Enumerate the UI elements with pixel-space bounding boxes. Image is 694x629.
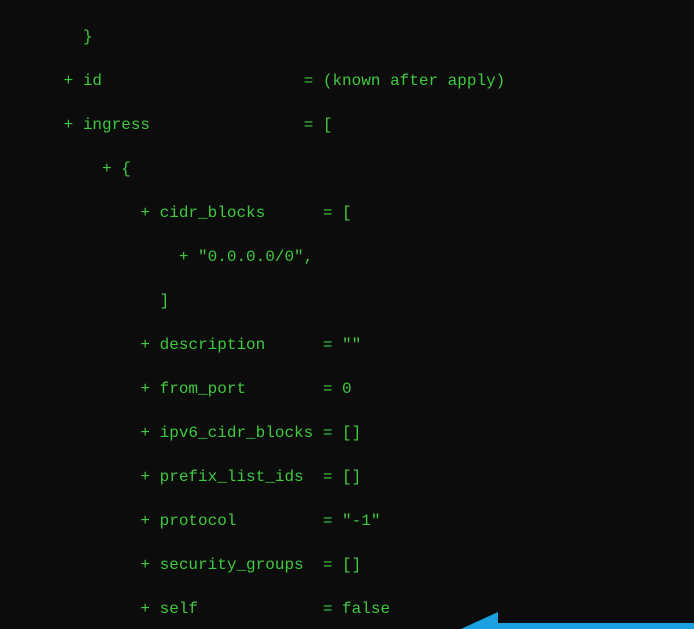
cidr-value: "0.0.0.0/0",	[198, 248, 313, 266]
line: + self = false	[6, 598, 694, 620]
attr-ipv6-cidr-blocks: ipv6_cidr_blocks = []	[160, 424, 362, 442]
line: ]	[6, 290, 694, 312]
terminal-output: } + id = (known after apply) + ingress =…	[0, 0, 694, 629]
plus-icon: +	[6, 468, 160, 486]
bracket-close: ]	[6, 292, 169, 310]
attr-protocol: protocol = "-1"	[160, 512, 381, 530]
line: + id = (known after apply)	[6, 70, 694, 92]
line: + {	[6, 158, 694, 180]
plus-icon: +	[6, 160, 121, 178]
plus-icon: +	[6, 336, 160, 354]
plus-icon: +	[6, 248, 198, 266]
attr-prefix-list-ids: prefix_list_ids = []	[160, 468, 362, 486]
plus-icon: +	[6, 380, 160, 398]
plus-icon: +	[6, 512, 160, 530]
line: + protocol = "-1"	[6, 510, 694, 532]
line: + from_port = 0	[6, 378, 694, 400]
attr-security-groups: security_groups = []	[160, 556, 362, 574]
line: + description = ""	[6, 334, 694, 356]
line: + "0.0.0.0/0",	[6, 246, 694, 268]
attr-description: description = ""	[160, 336, 362, 354]
plus-icon: +	[6, 424, 160, 442]
line: + cidr_blocks = [	[6, 202, 694, 224]
attr-cidr-blocks: cidr_blocks = [	[160, 204, 352, 222]
plus-icon: +	[6, 116, 83, 134]
attr-id: id = (known after apply)	[83, 72, 505, 90]
line: + ipv6_cidr_blocks = []	[6, 422, 694, 444]
attr-from-port: from_port = 0	[160, 380, 352, 398]
line: + security_groups = []	[6, 554, 694, 576]
line: }	[6, 26, 694, 48]
plus-icon: +	[6, 72, 83, 90]
brace-open: {	[121, 160, 131, 178]
attr-ingress: ingress = [	[83, 116, 333, 134]
plus-icon: +	[6, 556, 160, 574]
attr-self: self = false	[160, 600, 390, 618]
line: + ingress = [	[6, 114, 694, 136]
plus-icon: +	[6, 600, 160, 618]
plus-icon: +	[6, 204, 160, 222]
line: + prefix_list_ids = []	[6, 466, 694, 488]
brace-close: }	[6, 28, 92, 46]
